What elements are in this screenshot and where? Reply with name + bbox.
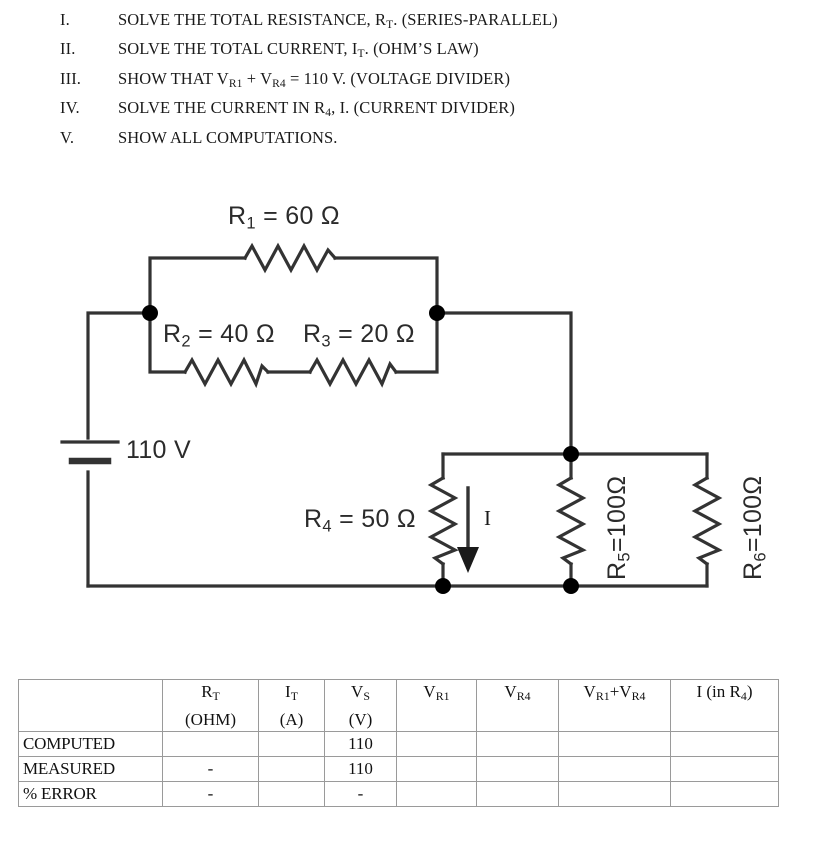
instruction-item: III. SHOW THAT VR1 + VR4 = 110 V. (VOLTAG…: [60, 67, 800, 96]
header-top-text: VS: [351, 682, 370, 703]
instruction-number: V.: [60, 127, 75, 147]
header-bottom-text: [671, 708, 778, 731]
table-cell: -: [162, 756, 259, 782]
resistor-r1-zigzag: [242, 242, 338, 274]
header-bottom-text: [477, 708, 558, 731]
table-cell: [670, 756, 779, 782]
label-source-voltage: 110 V: [126, 436, 191, 464]
instruction-text: SOLVE THE TOTAL RESISTANCE, RT. (SERIES-…: [118, 10, 558, 31]
table-cell: [396, 756, 477, 782]
header-bottom-text: [397, 708, 476, 731]
header-cell: VR1+VR4: [558, 679, 671, 732]
table-cell: [476, 781, 559, 807]
instruction-text: SHOW ALL COMPUTATIONS.: [118, 127, 338, 147]
wire-r1-left: [148, 256, 247, 315]
table-cell: 110: [324, 731, 397, 757]
label-r6: R6=100Ω: [739, 475, 770, 580]
resistor-r2-zigzag: [182, 356, 271, 389]
table-cell: [670, 731, 779, 757]
table-cell: [162, 731, 259, 757]
instruction-number: II.: [60, 39, 76, 59]
table-cell: [670, 781, 779, 807]
table-cell: [476, 731, 559, 757]
label-r3: R3 = 20 Ω: [303, 320, 415, 351]
instruction-item: I. SOLVE THE TOTAL RESISTANCE, RT. (SERIE…: [60, 8, 800, 37]
table-cell: [558, 731, 671, 757]
label-r2: R2 = 40 Ω: [163, 320, 275, 351]
table-cell: [396, 731, 477, 757]
table-cell: [396, 781, 477, 807]
instruction-list: I. SOLVE THE TOTAL RESISTANCE, RT. (SERIE…: [60, 8, 800, 150]
header-row: RT (OHM) IT (A) VS (V) VR1 VR4 VR1+VR4 I (in R…: [18, 679, 779, 732]
header-top-text: [19, 683, 162, 706]
instruction-number: III.: [60, 68, 82, 88]
measurement-table: RT (OHM) IT (A) VS (V) VR1 VR4 VR1+VR4 I (in R…: [18, 679, 779, 807]
resistor-r6-zigzag: [691, 475, 723, 567]
instruction-item: V. SHOW ALL COMPUTATIONS.: [60, 126, 800, 151]
table-cell: [558, 756, 671, 782]
row-label: MEASURED: [18, 756, 163, 782]
header-bottom-text: (OHM): [185, 709, 236, 729]
row-label: % ERROR: [18, 781, 163, 807]
table-cell: -: [162, 781, 259, 807]
header-cell: I (in R4): [670, 679, 779, 732]
header-top-text: VR1: [423, 682, 450, 703]
label-current-i: I: [484, 506, 491, 530]
header-cell: IT (A): [258, 679, 325, 732]
instruction-text: SOLVE THE CURRENT IN R4, I. (CURRENT DIV…: [118, 98, 515, 119]
header-bottom-text: [559, 708, 670, 731]
header-top-text: RT: [201, 682, 220, 703]
table-body: COMPUTED 110 MEASURED - 110 % ERROR - -: [18, 731, 779, 807]
resistor-r5-zigzag: [555, 475, 587, 567]
instruction-number: I.: [60, 10, 70, 29]
table-cell: -: [324, 781, 397, 807]
table-cell: [558, 781, 671, 807]
resistor-r3-zigzag: [307, 356, 399, 388]
instruction-item: IV. SOLVE THE CURRENT IN R4, I. (CURRENT …: [60, 96, 800, 125]
table-row: MEASURED - 110: [18, 756, 779, 782]
node-bottom-r4: [435, 578, 451, 594]
current-arrow-head: [457, 547, 479, 573]
instruction-number: IV.: [60, 98, 80, 118]
header-top-text: I (in R4): [696, 682, 753, 703]
node-top-right: [429, 305, 445, 321]
header-bottom-text: (A): [279, 709, 304, 729]
table-cell: 110: [324, 756, 397, 782]
header-top-text: IT: [285, 682, 298, 703]
label-r5: R5=100Ω: [603, 475, 634, 580]
node-top-left: [142, 305, 158, 321]
wire-right-down: [435, 311, 573, 456]
resistor-r4-zigzag: [427, 475, 459, 567]
instruction-item: II. SOLVE THE TOTAL CURRENT, IT. (OHM’S L…: [60, 37, 800, 66]
header-cell: VR4: [476, 679, 559, 732]
header-bottom-text: [19, 706, 162, 729]
table-cell: [258, 781, 325, 807]
table-cell: [476, 756, 559, 782]
table-cell: [258, 731, 325, 757]
header-cell: VR1: [396, 679, 477, 732]
label-r1: R1 = 60 Ω: [228, 202, 340, 233]
header-top-text: VR4: [504, 682, 531, 703]
circuit-diagram: R1 = 60 Ω R2 = 40 Ω R3 = 20 Ω R4 = 50 Ω …: [0, 180, 823, 620]
circuit-svg: [60, 242, 723, 594]
wire-r1-right: [333, 256, 439, 315]
header-cell: RT (OHM): [162, 679, 259, 732]
table-header-row: RT (OHM) IT (A) VS (V) VR1 VR4 VR1+VR4 I (in R…: [18, 679, 779, 732]
node-bottom-r5: [563, 578, 579, 594]
table-row: % ERROR - -: [18, 781, 779, 807]
label-r4: R4 = 50 Ω: [304, 505, 416, 536]
table-cell: [258, 756, 325, 782]
instruction-text: SHOW THAT VR1 + VR4 = 110 V. (VOLTAGE DI…: [118, 68, 511, 90]
wire-left-upper: [86, 311, 152, 440]
header-cell-corner: [18, 679, 163, 732]
row-label: COMPUTED: [18, 731, 163, 757]
table-row: COMPUTED 110: [18, 731, 779, 757]
header-top-text: VR1+VR4: [583, 682, 646, 703]
header-cell: VS (V): [324, 679, 397, 732]
header-bottom-text: (V): [348, 709, 373, 729]
instruction-text: SOLVE THE TOTAL CURRENT, IT. (OHM’S LAW): [118, 39, 479, 61]
node-bus-left: [563, 446, 579, 462]
